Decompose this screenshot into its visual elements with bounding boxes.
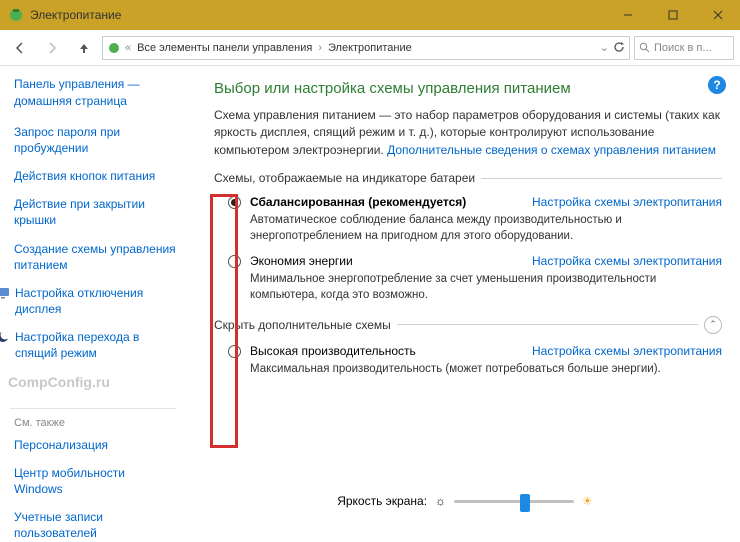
sidebar-seealso-personalization[interactable]: Персонализация bbox=[14, 437, 176, 453]
breadcrumb-power[interactable]: Электропитание bbox=[326, 42, 414, 54]
sidebar-link-power-buttons[interactable]: Действия кнопок питания bbox=[14, 168, 176, 184]
divider-line bbox=[481, 178, 722, 179]
plan-balanced: Сбалансированная (рекомендуется) Настрой… bbox=[228, 195, 722, 244]
maximize-button[interactable] bbox=[650, 0, 695, 30]
chevron-right-icon: › bbox=[318, 42, 322, 54]
radio-balanced[interactable] bbox=[228, 196, 241, 209]
plan-saver-title[interactable]: Экономия энергии bbox=[250, 254, 353, 268]
address-bar[interactable]: « Все элементы панели управления › Элект… bbox=[102, 36, 630, 60]
learn-more-link[interactable]: Дополнительные сведения о схемах управле… bbox=[387, 143, 716, 157]
navbar: « Все элементы панели управления › Элект… bbox=[0, 30, 740, 66]
sidebar-link-sleep[interactable]: Настройка перехода в спящий режим bbox=[15, 329, 176, 361]
sidebar-link-create-plan[interactable]: Создание схемы управления питанием bbox=[14, 241, 176, 273]
search-icon bbox=[639, 42, 650, 53]
forward-button[interactable] bbox=[38, 35, 66, 61]
sun-bright-icon: ☀ bbox=[582, 494, 593, 508]
plans-group-shown: Схемы, отображаемые на индикаторе батаре… bbox=[214, 171, 722, 303]
back-button[interactable] bbox=[6, 35, 34, 61]
brightness-slider[interactable] bbox=[454, 500, 574, 503]
radio-saver[interactable] bbox=[228, 255, 241, 268]
sidebar-link-display-off[interactable]: Настройка отключения дисплея bbox=[15, 285, 176, 317]
watermark-text: CompConfig.ru bbox=[8, 374, 176, 390]
plan-balanced-settings-link[interactable]: Настройка схемы электропитания bbox=[522, 195, 722, 209]
search-placeholder: Поиск в п... bbox=[654, 42, 712, 54]
plan-high-perf-desc: Максимальная производительность (может п… bbox=[250, 361, 690, 377]
help-icon[interactable]: ? bbox=[708, 76, 726, 94]
window-title: Электропитание bbox=[30, 8, 605, 22]
refresh-icon[interactable] bbox=[613, 41, 625, 54]
sidebar-link-password[interactable]: Запрос пароля при пробуждении bbox=[14, 124, 176, 156]
breadcrumb-all-items[interactable]: Все элементы панели управления bbox=[135, 42, 314, 54]
plan-balanced-desc: Автоматическое соблюдение баланса между … bbox=[250, 212, 690, 244]
group-legend-hidden: Скрыть дополнительные схемы bbox=[214, 318, 391, 332]
close-button[interactable] bbox=[695, 0, 740, 30]
brightness-label: Яркость экрана: bbox=[337, 494, 427, 508]
plan-high-perf-settings-link[interactable]: Настройка схемы электропитания bbox=[522, 344, 722, 358]
sidebar-seealso-accounts[interactable]: Учетные записи пользователей bbox=[14, 509, 176, 541]
control-panel-home-link[interactable]: Панель управления — домашняя страница bbox=[14, 76, 176, 110]
sidebar: Панель управления — домашняя страница За… bbox=[0, 66, 190, 520]
seealso-heading: См. также bbox=[14, 417, 176, 429]
page-description: Схема управления питанием — это набор па… bbox=[214, 107, 722, 159]
divider-line bbox=[397, 324, 698, 325]
moon-icon bbox=[0, 330, 10, 344]
chevron-down-icon[interactable]: ⌄ bbox=[600, 41, 609, 54]
search-input[interactable]: Поиск в п... bbox=[634, 36, 734, 60]
brightness-control: Яркость экрана: ☼ ☀ bbox=[190, 488, 740, 514]
slider-thumb[interactable] bbox=[520, 494, 530, 512]
power-options-icon bbox=[8, 7, 24, 23]
plan-high-perf: Высокая производительность Настройка схе… bbox=[228, 344, 722, 377]
main-content: ? Выбор или настройка схемы управления п… bbox=[190, 66, 740, 520]
up-button[interactable] bbox=[70, 35, 98, 61]
power-options-icon bbox=[107, 41, 121, 55]
minimize-button[interactable] bbox=[605, 0, 650, 30]
plan-high-perf-title[interactable]: Высокая производительность bbox=[250, 344, 416, 358]
sun-dim-icon: ☼ bbox=[435, 494, 446, 508]
page-heading: Выбор или настройка схемы управления пит… bbox=[214, 80, 722, 97]
plan-saver-settings-link[interactable]: Настройка схемы электропитания bbox=[522, 254, 722, 268]
plan-saver: Экономия энергии Настройка схемы электро… bbox=[228, 254, 722, 303]
plan-saver-desc: Минимальное энергопотребление за счет ум… bbox=[250, 271, 690, 303]
sidebar-link-lid-close[interactable]: Действие при закрытии крышки bbox=[14, 196, 176, 228]
radio-high-perf[interactable] bbox=[228, 345, 241, 358]
plan-balanced-title[interactable]: Сбалансированная (рекомендуется) bbox=[250, 195, 466, 209]
collapse-toggle[interactable]: ⌃ bbox=[704, 316, 722, 334]
titlebar: Электропитание bbox=[0, 0, 740, 30]
group-legend-shown: Схемы, отображаемые на индикаторе батаре… bbox=[214, 171, 475, 185]
sidebar-seealso-mobility[interactable]: Центр мобильности Windows bbox=[14, 465, 176, 497]
plans-group-hidden: Скрыть дополнительные схемы ⌃ Высокая пр… bbox=[214, 316, 722, 377]
sidebar-divider bbox=[10, 408, 176, 409]
display-icon bbox=[0, 286, 10, 300]
breadcrumb-sep: « bbox=[125, 42, 131, 54]
